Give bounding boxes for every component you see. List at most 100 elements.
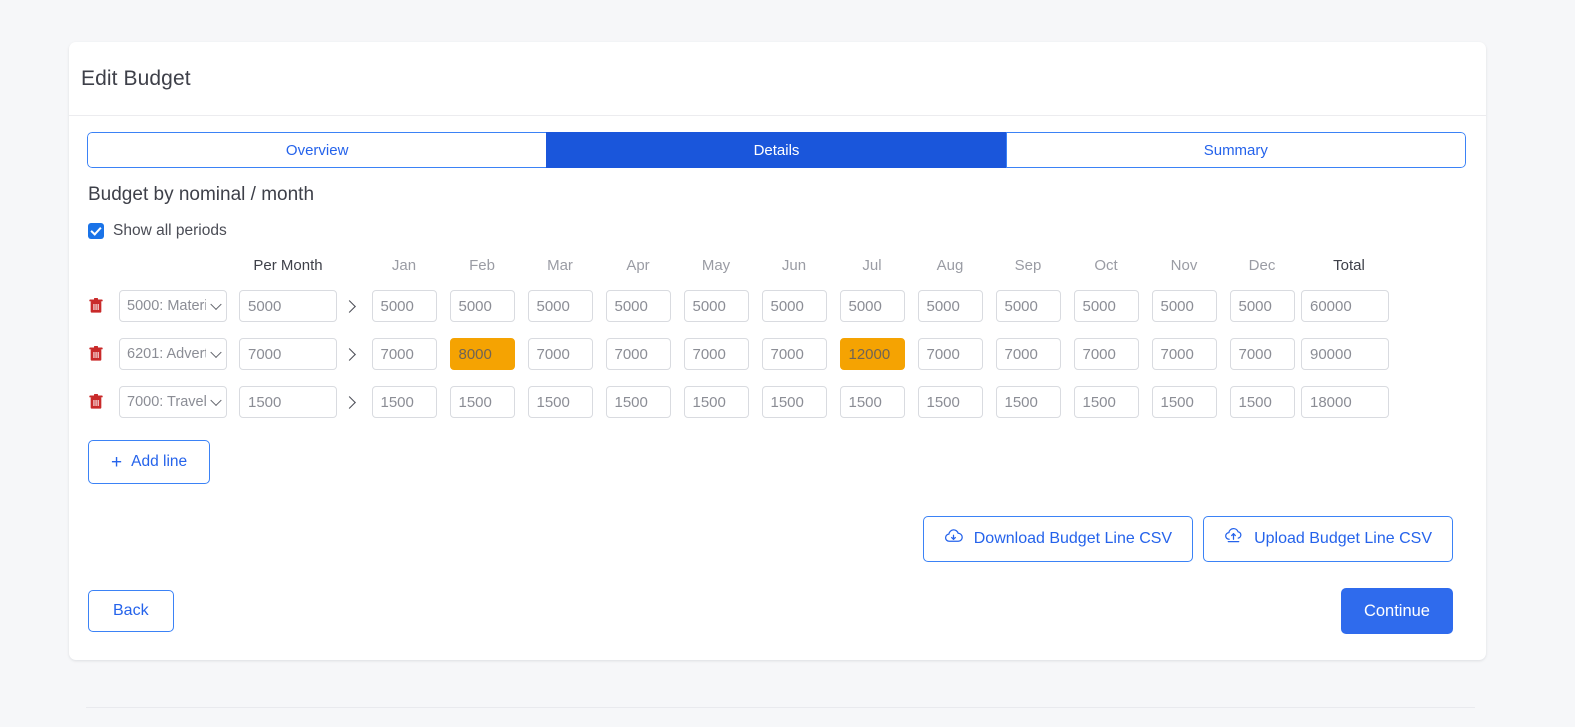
month-input[interactable]: 5000	[1229, 290, 1295, 322]
tab-overview-label: Overview	[285, 141, 349, 159]
month-input[interactable]: 5000	[371, 290, 437, 322]
month-input[interactable]: 5000	[605, 290, 671, 322]
back-button[interactable]: Back	[88, 590, 174, 632]
section-title: Budget by nominal / month	[88, 184, 315, 205]
chevron-right-icon	[343, 347, 356, 361]
month-input[interactable]: 7000	[1073, 338, 1139, 370]
header-per-month: Per Month	[253, 256, 323, 274]
per-month-input[interactable]: 5000	[239, 290, 337, 322]
table-row: 5000: Materials 5000 5000 5000 5000 5000 5000 5…	[88, 282, 1468, 330]
table-row: 6201: Advertising 7000 7000 8000 7000 7000 700…	[88, 330, 1468, 378]
month-input[interactable]: 5000	[995, 290, 1061, 322]
cloud-download-icon	[944, 527, 963, 551]
tab-details[interactable]: Details	[546, 132, 1007, 168]
chevron-down-icon	[210, 298, 222, 311]
delete-row-button[interactable]	[88, 393, 119, 411]
month-input[interactable]: 1500	[995, 386, 1061, 418]
month-input[interactable]: 7000	[995, 338, 1061, 370]
month-input[interactable]: 1500	[839, 386, 905, 418]
page-root: Edit Budget Overview Details Summary Bud…	[0, 0, 1575, 727]
header-month-jul: Jul	[862, 256, 882, 274]
month-input[interactable]: 7000	[371, 338, 437, 370]
chevron-right-icon	[343, 299, 356, 313]
show-all-periods-row[interactable]: Show all periods	[88, 222, 1468, 240]
month-input[interactable]: 7000	[761, 338, 827, 370]
show-all-periods-label: Show all periods	[113, 222, 227, 239]
header-month-jan: Jan	[391, 256, 417, 274]
add-line-button[interactable]: + Add line	[88, 440, 211, 484]
account-select[interactable]: 5000: Materials	[119, 290, 227, 322]
month-input[interactable]: 1500	[605, 386, 671, 418]
month-input[interactable]: 7000	[1151, 338, 1217, 370]
month-input[interactable]: 5000	[1151, 290, 1217, 322]
card-header: Edit Budget	[69, 42, 1486, 116]
month-input[interactable]: 1500	[527, 386, 593, 418]
month-input[interactable]: 7000	[1229, 338, 1295, 370]
upload-budget-line-csv-label: Upload Budget Line CSV	[1254, 530, 1432, 547]
header-month-nov: Nov	[1170, 256, 1198, 274]
apply-per-month-chevron[interactable]	[337, 299, 365, 313]
continue-button-label: Continue	[1363, 601, 1430, 620]
delete-row-button[interactable]	[88, 297, 119, 315]
table-rows: 5000: Materials 5000 5000 5000 5000 5000 5000 5…	[88, 282, 1468, 426]
account-select-value: 6201: Advertising	[127, 346, 206, 362]
header-month-aug: Aug	[936, 256, 964, 274]
month-input[interactable]: 7000	[527, 338, 593, 370]
csv-button-row: Download Budget Line CSV Upload Budget L…	[87, 516, 1468, 562]
month-input[interactable]: 5000	[527, 290, 593, 322]
month-input[interactable]: 1500	[917, 386, 983, 418]
account-select[interactable]: 6201: Advertising	[119, 338, 227, 370]
table-row: 7000: Travel Costs 1500 1500 1500 1500 1500 15…	[88, 378, 1468, 426]
month-input[interactable]: 5000	[449, 290, 515, 322]
tab-bar: Overview Details Summary	[87, 132, 1466, 168]
apply-per-month-chevron[interactable]	[337, 395, 365, 409]
header-month-sep: Sep	[1014, 256, 1042, 274]
tab-details-label: Details	[753, 141, 800, 159]
header-month-mar: Mar	[547, 256, 573, 274]
month-input[interactable]: 12000	[839, 338, 905, 370]
continue-button[interactable]: Continue	[1340, 588, 1453, 634]
header-month-feb: Feb	[469, 256, 495, 274]
month-input[interactable]: 1500	[371, 386, 437, 418]
month-input[interactable]: 5000	[917, 290, 983, 322]
chevron-down-icon	[210, 394, 222, 407]
account-select-value: 7000: Travel Costs	[127, 394, 206, 410]
month-input[interactable]: 7000	[683, 338, 749, 370]
download-budget-line-csv-button[interactable]: Download Budget Line CSV	[922, 516, 1194, 562]
chevron-down-icon	[210, 346, 222, 359]
month-input[interactable]: 5000	[1073, 290, 1139, 322]
page-title: Edit Budget	[81, 66, 191, 90]
header-total: Total	[1333, 256, 1365, 274]
bottom-divider	[86, 707, 1475, 708]
back-button-label: Back	[113, 602, 149, 619]
month-input[interactable]: 5000	[839, 290, 905, 322]
per-month-input[interactable]: 7000	[239, 338, 337, 370]
month-input[interactable]: 1500	[1229, 386, 1295, 418]
tab-overview[interactable]: Overview	[87, 132, 548, 168]
header-month-dec: Dec	[1248, 256, 1276, 274]
download-budget-line-csv-label: Download Budget Line CSV	[973, 530, 1173, 547]
per-month-input[interactable]: 1500	[239, 386, 337, 418]
add-line-label: Add line	[131, 453, 188, 470]
month-input[interactable]: 7000	[917, 338, 983, 370]
total-input: 90000	[1301, 338, 1389, 370]
delete-row-button[interactable]	[88, 345, 119, 363]
total-input: 18000	[1301, 386, 1389, 418]
tab-summary-label: Summary	[1203, 141, 1268, 159]
account-select[interactable]: 7000: Travel Costs	[119, 386, 227, 418]
month-input[interactable]: 1500	[1151, 386, 1217, 418]
month-input[interactable]: 1500	[1073, 386, 1139, 418]
month-input[interactable]: 7000	[605, 338, 671, 370]
footer-actions: Back Continue	[87, 588, 1468, 634]
month-input[interactable]: 5000	[761, 290, 827, 322]
table-header-row: Per Month Jan Feb Mar Apr May Jun Jul Au…	[88, 248, 1468, 282]
month-input[interactable]: 8000	[449, 338, 515, 370]
month-input[interactable]: 1500	[761, 386, 827, 418]
month-input[interactable]: 1500	[449, 386, 515, 418]
tab-summary[interactable]: Summary	[1005, 132, 1466, 168]
month-input[interactable]: 5000	[683, 290, 749, 322]
show-all-periods-checkbox[interactable]	[88, 223, 104, 239]
apply-per-month-chevron[interactable]	[337, 347, 365, 361]
month-input[interactable]: 1500	[683, 386, 749, 418]
upload-budget-line-csv-button[interactable]: Upload Budget Line CSV	[1203, 516, 1453, 562]
